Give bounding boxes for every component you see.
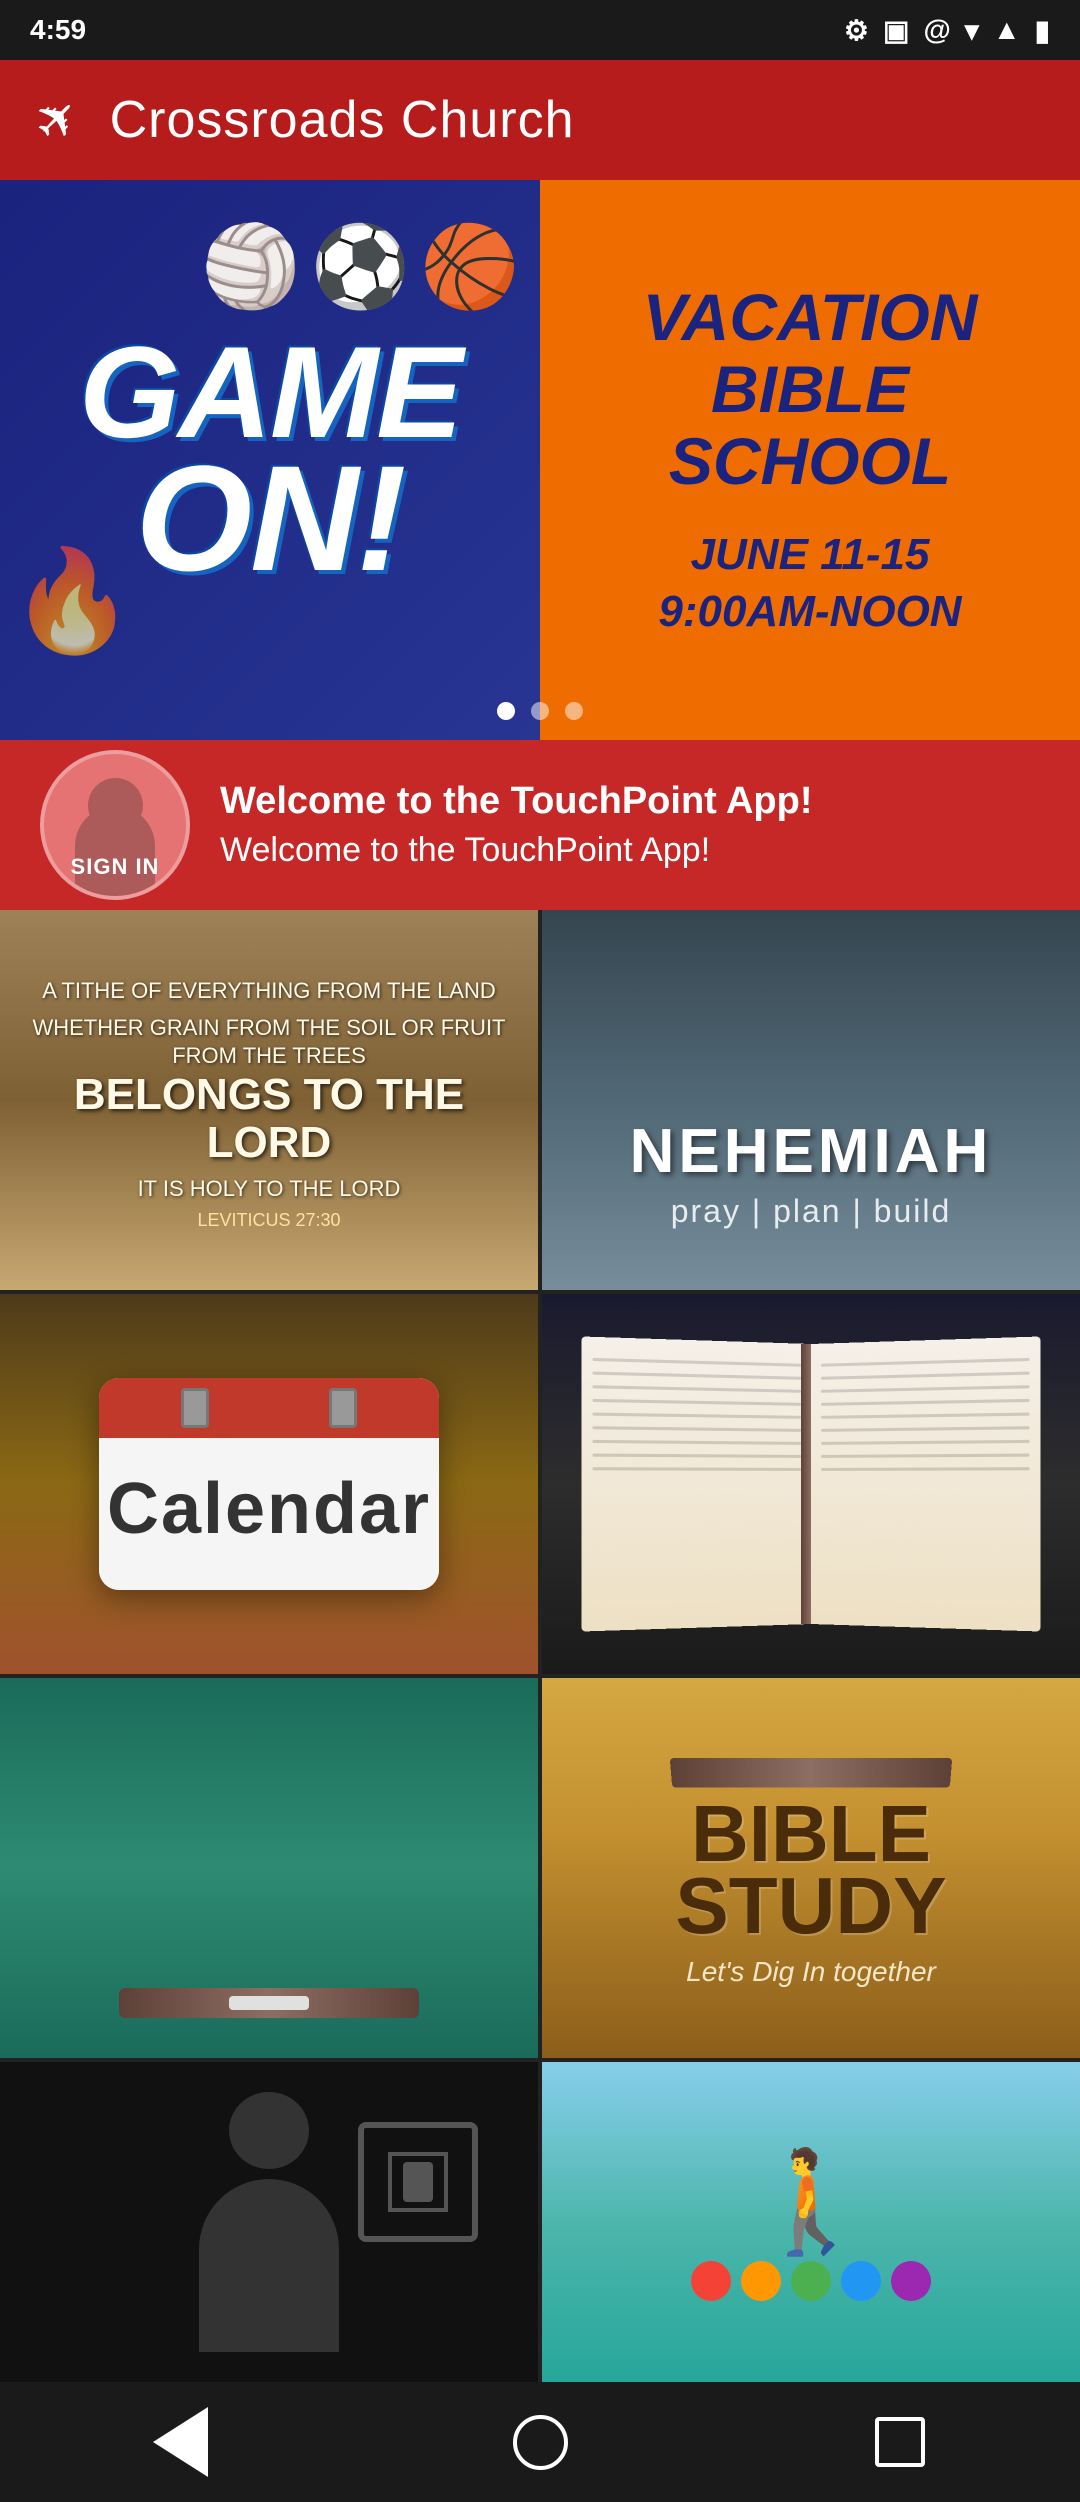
dot-1[interactable] — [497, 702, 515, 720]
person-blue — [841, 2261, 881, 2301]
game-on-text: GAME ON! — [79, 334, 461, 586]
nehemiah-text: NEHEMIAH pray | plan | build — [630, 1116, 993, 1230]
welcome-banner[interactable]: SIGN IN Welcome to the TouchPoint App! W… — [0, 740, 1080, 910]
person-green — [791, 2261, 831, 2301]
nehemiah-bg — [542, 910, 1080, 1290]
status-bar: 4:59 ⚙ ▣ @ ▾ ▲ ▮ — [0, 0, 1080, 60]
calendar-body: Calendar — [99, 1438, 439, 1590]
bs-title: BIBLE STUDY — [562, 1798, 1060, 1942]
person-body — [199, 2179, 339, 2352]
calendar-rings — [181, 1388, 357, 1428]
avatar-circle[interactable]: SIGN IN — [40, 750, 190, 900]
wifi-icon: ▾ — [965, 14, 979, 47]
back-icon — [153, 2407, 208, 2477]
sim-icon: ▣ — [883, 14, 909, 47]
fire-icon: 🔥 — [10, 543, 135, 660]
banner-inner: 🏐 ⚽ 🏀 🔥 GAME ON! VACATION BIBLE SCHOOL J… — [0, 180, 1080, 740]
slider-dots — [497, 702, 583, 720]
time-display: 4:59 — [30, 14, 86, 46]
vbs-title: VACATION BIBLE SCHOOL — [580, 280, 1040, 496]
tithe-line4: IT IS HOLY TO THE LORD — [20, 1175, 518, 1204]
grid-item-chalkboard[interactable] — [0, 1678, 538, 2058]
bible-lines-left — [592, 1358, 801, 1481]
tithe-line5: LEVITICUS 27:30 — [20, 1210, 518, 1231]
grid-item-tithe[interactable]: A TITHE OF EVERYTHING FROM THE LAND WHET… — [0, 910, 538, 1290]
avatar-body — [75, 806, 155, 896]
sports-icons: 🏐 ⚽ 🏀 — [201, 220, 520, 314]
bible-right-page — [811, 1336, 1041, 1631]
person-silhouette — [159, 2092, 379, 2352]
sign-in-label[interactable]: SIGN IN — [71, 854, 160, 880]
bible-lines-right — [821, 1358, 1030, 1481]
bottom-nav — [0, 2382, 1080, 2502]
soccer-icon: ⚽ — [311, 220, 411, 314]
welcome-subtitle: Welcome to the TouchPoint App! — [220, 831, 1040, 870]
vbs-content: VACATION BIBLE SCHOOL JUNE 11-15 9:00AM-… — [580, 280, 1040, 640]
ring-left — [181, 1388, 209, 1428]
welcome-graphic: 🚶 — [691, 2144, 931, 2301]
checkin-badge — [403, 2162, 433, 2202]
tithe-line1: A TITHE OF EVERYTHING FROM THE LAND — [20, 977, 518, 1006]
vbs-vacation: VACATION BIBLE SCHOOL — [643, 280, 978, 498]
chalk-piece — [229, 1996, 309, 2010]
tithe-text: A TITHE OF EVERYTHING FROM THE LAND WHET… — [0, 949, 538, 1251]
dot-2[interactable] — [531, 702, 549, 720]
bs-content: BIBLE STUDY Let's Dig In together — [542, 1728, 1080, 2008]
recent-button[interactable] — [860, 2402, 940, 2482]
calendar-label: Calendar — [107, 1468, 431, 1550]
bs-book — [670, 1758, 952, 1788]
welcome-text-container: Welcome to the TouchPoint App! Welcome t… — [220, 780, 1040, 870]
dot-3[interactable] — [565, 702, 583, 720]
tithe-line2: WHETHER GRAIN FROM THE SOIL OR FRUIT FRO… — [20, 1014, 518, 1071]
calendar-widget: Calendar — [99, 1378, 439, 1590]
person-purple — [891, 2261, 931, 2301]
nehemiah-sub: pray | plan | build — [630, 1193, 993, 1230]
grid-container: A TITHE OF EVERYTHING FROM THE LAND WHET… — [0, 910, 1080, 2382]
back-button[interactable] — [140, 2402, 220, 2482]
grid-item-calendar[interactable]: Calendar — [0, 1294, 538, 1674]
app-bar: ✈ Crossroads Church — [0, 60, 1080, 180]
vbs-date: JUNE 11-15 9:00AM-NOON — [580, 526, 1040, 640]
banner-vbs: VACATION BIBLE SCHOOL JUNE 11-15 9:00AM-… — [540, 180, 1080, 740]
tithe-line3: BELONGS TO THE LORD — [20, 1071, 518, 1168]
grid-item-nehemiah[interactable]: NEHEMIAH pray | plan | build — [542, 910, 1080, 1290]
calendar-header — [99, 1378, 439, 1438]
welcome-title: Welcome to the TouchPoint App! — [220, 780, 1040, 823]
nehemiah-title: NEHEMIAH — [630, 1116, 993, 1187]
signal-icon: ▲ — [993, 14, 1021, 46]
app-title: Crossroads Church — [110, 90, 575, 150]
grid-item-bible-study[interactable]: BIBLE STUDY Let's Dig In together — [542, 1678, 1080, 2058]
open-bible — [591, 1344, 1031, 1624]
grid-item-welcome[interactable]: 🚶 — [542, 2062, 1080, 2382]
chalk-tray — [119, 1988, 419, 2018]
status-right: ⚙ ▣ @ ▾ ▲ ▮ — [844, 14, 1050, 47]
bible-left-page — [581, 1336, 811, 1631]
person-red — [691, 2261, 731, 2301]
grid-item-checkin[interactable] — [0, 2062, 538, 2382]
banner-game-on: 🏐 ⚽ 🏀 🔥 GAME ON! — [0, 180, 540, 740]
people-icons — [691, 2261, 931, 2301]
volleyball-icon: 🏐 — [201, 220, 301, 314]
cross-arrow-icon: ✈ — [21, 83, 94, 156]
recent-icon — [875, 2417, 925, 2467]
home-icon — [513, 2415, 568, 2470]
battery-icon: ▮ — [1035, 14, 1050, 47]
at-icon: @ — [923, 14, 950, 46]
grid-item-bible[interactable] — [542, 1294, 1080, 1674]
banner-slider[interactable]: 🏐 ⚽ 🏀 🔥 GAME ON! VACATION BIBLE SCHOOL J… — [0, 180, 1080, 740]
settings-icon: ⚙ — [844, 14, 869, 47]
person-head — [229, 2092, 309, 2169]
welcome-figure: 🚶 — [691, 2144, 931, 2261]
basketball-icon: 🏀 — [420, 220, 520, 314]
home-button[interactable] — [500, 2402, 580, 2482]
ring-right — [329, 1388, 357, 1428]
bs-sub: Let's Dig In together — [562, 1956, 1060, 1988]
checkin-card-graphic — [358, 2122, 478, 2242]
status-left: 4:59 — [30, 14, 86, 46]
person-orange — [741, 2261, 781, 2301]
checkin-inner — [388, 2152, 448, 2212]
